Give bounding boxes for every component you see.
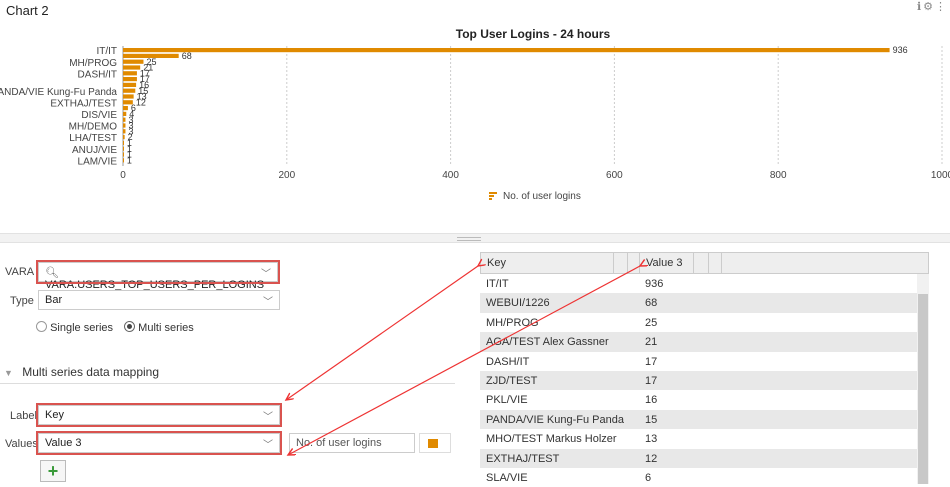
arrow-key [286,266,478,400]
arrow-value [288,266,640,455]
annotation-arrows [0,0,950,484]
